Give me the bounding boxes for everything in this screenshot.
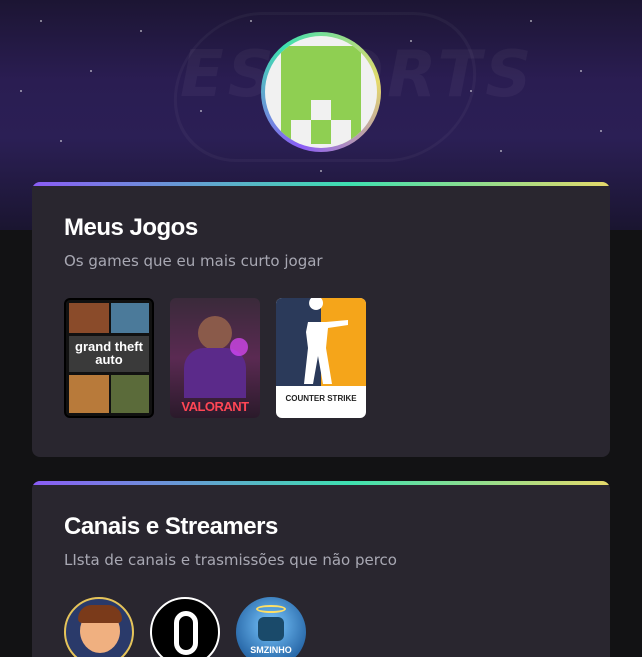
soldier-silhouette-icon [304, 298, 348, 384]
channel-avatar-2[interactable] [150, 597, 220, 657]
games-subtitle: Os games que eu mais curto jogar [64, 252, 323, 270]
channel-3-label: SMZINHO [250, 645, 292, 655]
channel-avatar-3[interactable]: SMZINHO [236, 597, 306, 657]
gta-cover-text: grand theft auto [75, 339, 143, 367]
counter-strike-cover-text: COUNTER STRIKE [285, 394, 357, 403]
channels-title: Canais e Streamers [64, 513, 278, 540]
game-valorant[interactable]: VALORANT [170, 298, 260, 418]
game-counter-strike[interactable]: COUNTER STRIKE [276, 298, 366, 418]
valorant-cover-text: VALORANT [181, 399, 249, 414]
pixel-identicon-icon [265, 36, 377, 148]
games-card: Meus Jogos Os games que eu mais curto jo… [32, 182, 610, 457]
profile-avatar[interactable] [261, 32, 381, 152]
games-title: Meus Jogos [64, 214, 198, 241]
channels-card: Canais e Streamers LIsta de canais e tra… [32, 481, 610, 657]
channel-avatar-1[interactable] [64, 597, 134, 657]
game-gta[interactable]: grand theft auto [64, 298, 154, 418]
channels-subtitle: LIsta de canais e trasmissões que não pe… [64, 551, 397, 569]
